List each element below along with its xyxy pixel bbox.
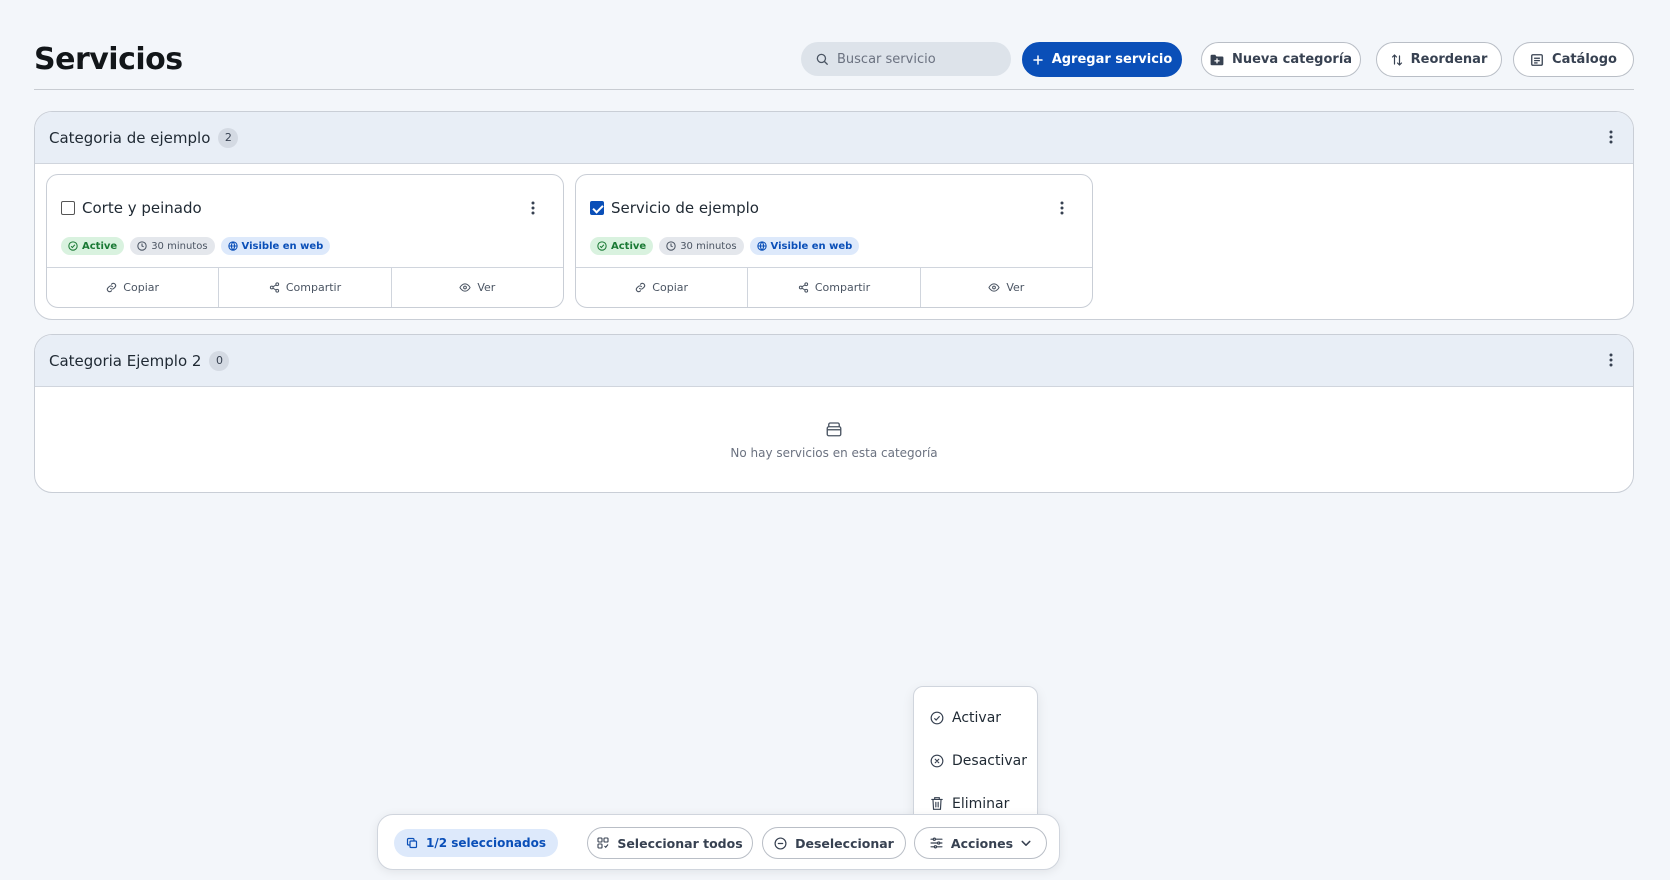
service-card[interactable]: Servicio de ejemplo Active 30 minutos Vi… bbox=[575, 174, 1093, 308]
clock-icon bbox=[666, 241, 676, 251]
minus-circle-icon bbox=[774, 836, 787, 850]
category-section: Categoria de ejemplo 2 Corte y peinado A… bbox=[34, 111, 1634, 320]
menu-item-label: Desactivar bbox=[952, 752, 1027, 769]
check-circle-icon bbox=[68, 241, 78, 251]
select-all-button[interactable]: Seleccionar todos bbox=[587, 827, 753, 859]
catalog-icon bbox=[1530, 53, 1544, 67]
sliders-icon bbox=[930, 837, 943, 849]
copy-button[interactable]: Copiar bbox=[576, 268, 749, 307]
view-button[interactable]: Ver bbox=[392, 268, 563, 307]
menu-item-desactivar[interactable]: Desactivar bbox=[914, 739, 1037, 782]
share-icon bbox=[269, 282, 279, 293]
new-category-button[interactable]: Nueva categoría bbox=[1201, 42, 1361, 77]
share-icon bbox=[798, 282, 808, 293]
search-box[interactable] bbox=[801, 42, 1011, 76]
menu-item-activar[interactable]: Activar bbox=[914, 696, 1037, 739]
deselect-label: Deseleccionar bbox=[795, 835, 894, 851]
copy-button[interactable]: Copiar bbox=[47, 268, 220, 307]
selection-bar: 1/2 seleccionados Seleccionar todos Dese… bbox=[377, 814, 1060, 870]
status-badge: Active bbox=[61, 237, 125, 255]
visibility-badge: Visible en web bbox=[220, 237, 331, 255]
deselect-button[interactable]: Deseleccionar bbox=[762, 827, 906, 859]
search-icon bbox=[815, 52, 829, 66]
new-category-label: Nueva categoría bbox=[1231, 52, 1353, 67]
page-title: Servicios bbox=[34, 42, 183, 77]
service-title: Servicio de ejemplo bbox=[611, 199, 759, 217]
select-all-icon bbox=[597, 837, 609, 849]
category-count-badge: 0 bbox=[209, 350, 230, 371]
copy-icon bbox=[406, 837, 418, 849]
plus-icon bbox=[1032, 54, 1044, 66]
visibility-badge: Visible en web bbox=[749, 237, 860, 255]
actions-label: Acciones bbox=[950, 835, 1014, 851]
trash-icon bbox=[930, 796, 944, 811]
search-input[interactable] bbox=[837, 51, 997, 67]
status-badge: Active bbox=[590, 237, 654, 255]
select-all-label: Seleccionar todos bbox=[617, 835, 743, 851]
eye-icon bbox=[459, 283, 471, 292]
category-more-icon[interactable] bbox=[1609, 130, 1613, 144]
share-button[interactable]: Compartir bbox=[748, 268, 921, 307]
clock-icon bbox=[137, 241, 147, 251]
category-section: Categoria Ejemplo 2 0 No hay servicios e… bbox=[34, 334, 1634, 493]
category-header[interactable]: Categoria Ejemplo 2 0 bbox=[35, 335, 1633, 387]
add-service-label: Agregar servicio bbox=[1051, 52, 1173, 67]
x-circle-icon bbox=[930, 754, 944, 768]
catalog-button[interactable]: Catálogo bbox=[1513, 42, 1634, 77]
link-icon bbox=[636, 282, 646, 293]
sort-arrows-icon bbox=[1391, 53, 1403, 67]
service-more-icon[interactable] bbox=[531, 201, 535, 215]
add-service-button[interactable]: Agregar servicio bbox=[1022, 42, 1182, 77]
share-button[interactable]: Compartir bbox=[219, 268, 392, 307]
category-header[interactable]: Categoria de ejemplo 2 bbox=[35, 112, 1633, 164]
menu-item-label: Eliminar bbox=[952, 795, 1010, 812]
folder-plus-icon bbox=[1210, 54, 1224, 66]
box-icon bbox=[825, 420, 843, 438]
category-count-badge: 2 bbox=[218, 127, 239, 148]
actions-menu: Activar Desactivar Eliminar bbox=[913, 686, 1038, 826]
page-header: Servicios Agregar servicio Nueva categor… bbox=[34, 40, 1634, 90]
chevron-down-icon bbox=[1021, 840, 1031, 847]
category-title: Categoria de ejemplo bbox=[49, 128, 211, 147]
check-circle-icon bbox=[597, 241, 607, 251]
service-checkbox[interactable] bbox=[61, 201, 75, 215]
menu-item-label: Activar bbox=[952, 709, 1002, 726]
actions-dropdown-button[interactable]: Acciones bbox=[914, 827, 1047, 859]
check-circle-icon bbox=[930, 711, 944, 725]
selection-count-badge: 1/2 seleccionados bbox=[394, 829, 558, 857]
duration-badge: 30 minutos bbox=[130, 237, 215, 255]
category-more-icon[interactable] bbox=[1609, 353, 1613, 367]
duration-badge: 30 minutos bbox=[659, 237, 744, 255]
globe-icon bbox=[756, 241, 767, 251]
service-title: Corte y peinado bbox=[82, 199, 202, 217]
service-more-icon[interactable] bbox=[1060, 201, 1064, 215]
view-button[interactable]: Ver bbox=[921, 268, 1092, 307]
selection-count-label: 1/2 seleccionados bbox=[426, 836, 546, 850]
empty-state: No hay servicios en esta categoría bbox=[35, 387, 1633, 492]
category-title: Categoria Ejemplo 2 bbox=[49, 351, 202, 370]
globe-icon bbox=[227, 241, 238, 251]
link-icon bbox=[107, 282, 117, 293]
empty-state-text: No hay servicios en esta categoría bbox=[730, 445, 938, 460]
service-checkbox[interactable] bbox=[590, 201, 604, 215]
catalog-label: Catálogo bbox=[1552, 52, 1617, 67]
reorder-button[interactable]: Reordenar bbox=[1376, 42, 1502, 77]
reorder-label: Reordenar bbox=[1410, 52, 1488, 67]
eye-icon bbox=[988, 283, 1000, 292]
service-card[interactable]: Corte y peinado Active 30 minutos Visibl… bbox=[46, 174, 564, 308]
